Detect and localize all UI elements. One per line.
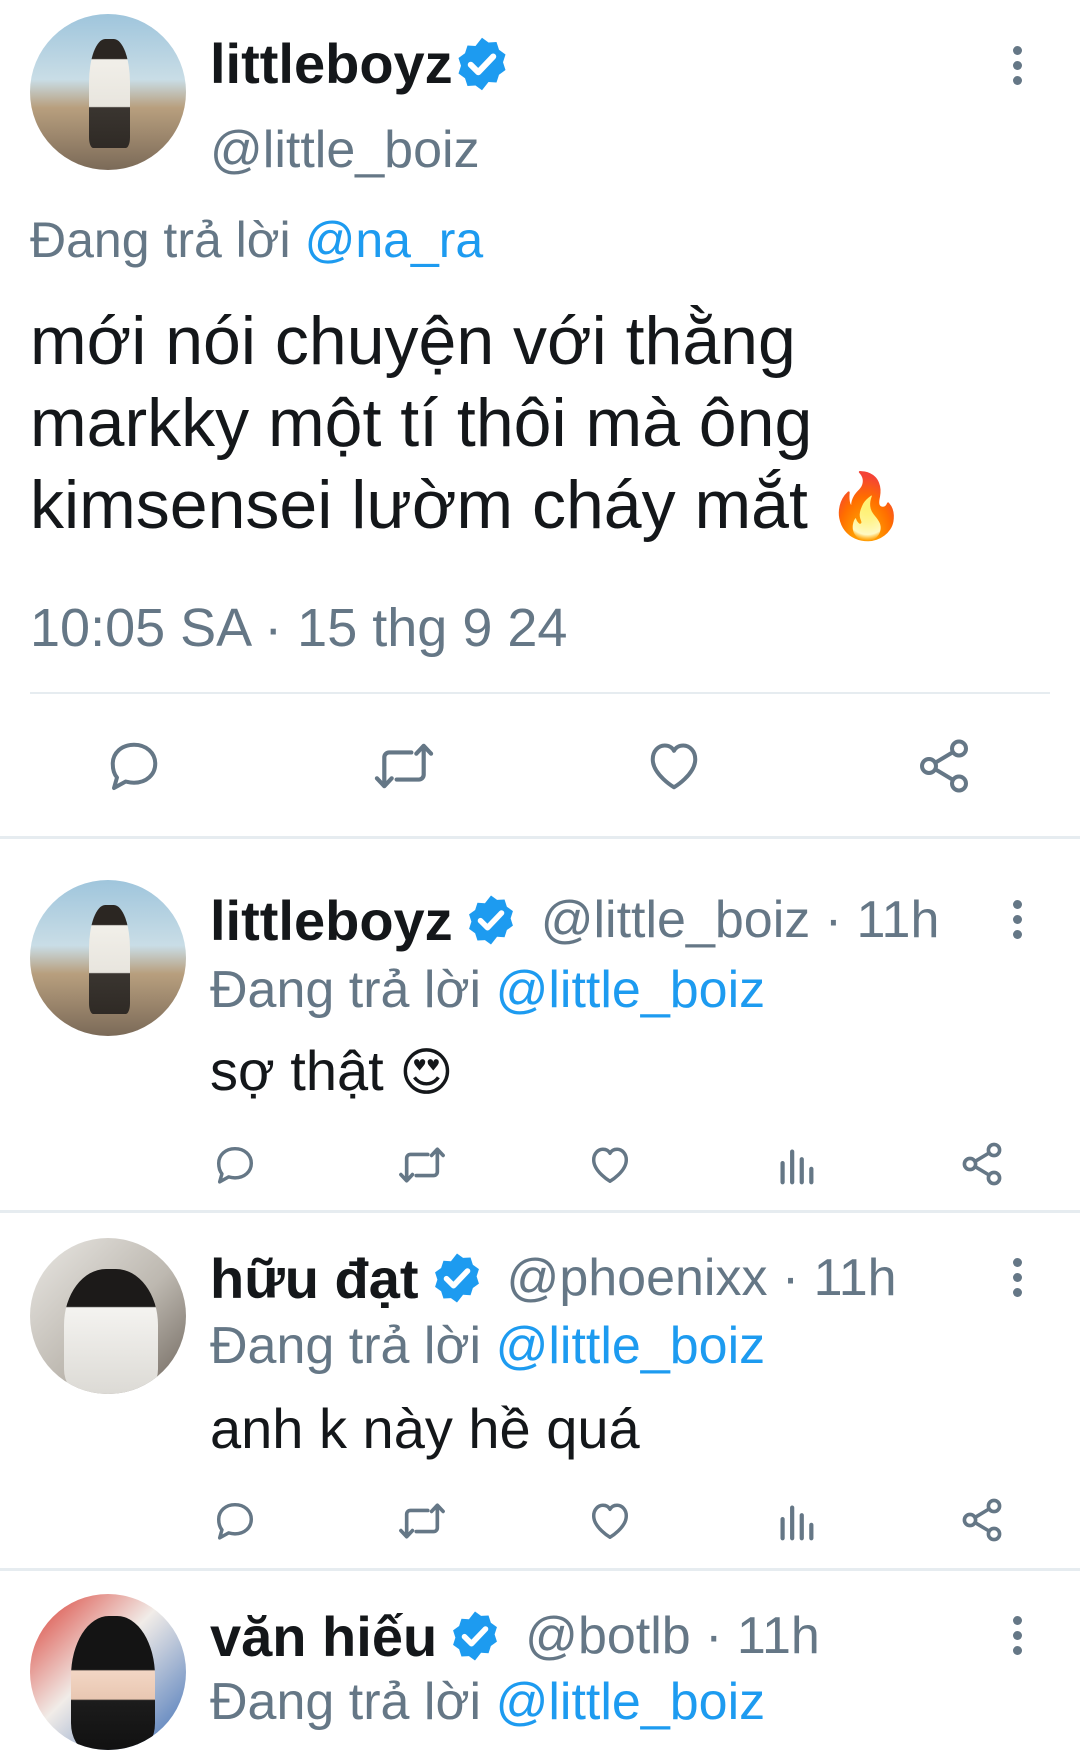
- views-button[interactable]: [776, 1498, 816, 1544]
- retweet-button[interactable]: [396, 1142, 448, 1188]
- reply-header: littleboyz @little_boiz · 11h: [210, 888, 939, 952]
- reply-prefix: Đang trả lời: [210, 961, 482, 1019]
- reply-mention-link[interactable]: @little_boiz: [496, 961, 766, 1019]
- fire-emoji: 🔥: [826, 470, 907, 542]
- reply-icon: [216, 1502, 254, 1540]
- display-name[interactable]: hữu đạt: [210, 1246, 419, 1311]
- tweet-text: sợ thật 😍: [210, 1038, 453, 1106]
- retweet-icon: [374, 743, 434, 789]
- tweet-text-line: kimsensei lườm cháy mắt: [30, 467, 808, 543]
- verified-badge-icon: [463, 892, 519, 948]
- user-handle[interactable]: @little_boiz · 11h: [541, 890, 940, 950]
- reply-mention-link[interactable]: @little_boiz: [496, 1317, 766, 1375]
- more-options-icon[interactable]: [1013, 46, 1023, 91]
- user-handle[interactable]: @phoenixx · 11h: [507, 1248, 897, 1308]
- views-icon: [780, 1505, 814, 1541]
- like-icon: [650, 743, 698, 790]
- reply-header: văn hiếu @botlb · 11h: [210, 1604, 820, 1668]
- divider: [0, 836, 1080, 839]
- divider: [30, 692, 1050, 694]
- share-button[interactable]: [958, 1496, 1006, 1544]
- avatar[interactable]: [30, 1594, 186, 1750]
- user-handle[interactable]: @little_boiz: [210, 118, 480, 182]
- reply-mention-link[interactable]: @little_boiz: [496, 1673, 766, 1731]
- verified-badge-icon: [429, 1250, 485, 1306]
- tweet-text-body: sợ thật: [210, 1039, 384, 1102]
- share-button[interactable]: [958, 1140, 1006, 1188]
- avatar[interactable]: [30, 880, 186, 1036]
- more-options-icon[interactable]: [1013, 1258, 1023, 1303]
- reply-icon: [110, 742, 158, 790]
- replying-to: Đang trả lời @little_boiz: [210, 1670, 765, 1734]
- replying-to: Đang trả lời @little_boiz: [210, 1314, 765, 1378]
- avatar[interactable]: [30, 14, 186, 170]
- reply-prefix: Đang trả lời: [210, 1673, 482, 1731]
- heart-eyes-emoji: 😍: [399, 1044, 454, 1102]
- avatar[interactable]: [30, 1238, 186, 1394]
- views-icon: [780, 1149, 814, 1185]
- user-handle[interactable]: @botlb · 11h: [525, 1606, 820, 1666]
- share-icon: [962, 1142, 1002, 1186]
- views-button[interactable]: [776, 1142, 816, 1188]
- display-name[interactable]: littleboyz: [210, 888, 453, 953]
- like-button[interactable]: [586, 1142, 634, 1188]
- reply-header: hữu đạt @phoenixx · 11h: [210, 1246, 897, 1310]
- share-icon: [920, 739, 968, 793]
- retweet-button[interactable]: [372, 736, 436, 796]
- divider: [0, 1568, 1080, 1571]
- reply-mention-link[interactable]: @na_ra: [305, 212, 484, 268]
- divider: [0, 1210, 1080, 1213]
- display-name[interactable]: littleboyz: [210, 32, 453, 96]
- share-icon: [962, 1498, 1002, 1542]
- reply-prefix: Đang trả lời: [30, 212, 291, 268]
- like-button[interactable]: [586, 1498, 634, 1544]
- like-icon: [591, 1147, 629, 1184]
- reply-icon: [216, 1146, 254, 1184]
- verified-badge-icon: [452, 34, 512, 94]
- replying-to: Đang trả lời @little_boiz: [210, 958, 765, 1022]
- tweet-text-line: mới nói chuyện với thằng: [30, 303, 796, 379]
- like-icon: [591, 1503, 629, 1540]
- reply-button[interactable]: [104, 736, 164, 796]
- reply-prefix: Đang trả lời: [210, 1317, 482, 1375]
- like-button[interactable]: [643, 736, 705, 796]
- retweet-icon: [399, 1147, 445, 1183]
- reply-button[interactable]: [212, 1498, 258, 1544]
- tweet-timestamp[interactable]: 10:05 SA · 15 thg 9 24: [30, 596, 567, 660]
- replying-to: Đang trả lời @na_ra: [30, 208, 483, 272]
- tweet-text: anh k này hề quá: [210, 1397, 640, 1460]
- more-options-icon[interactable]: [1013, 900, 1023, 945]
- retweet-button[interactable]: [396, 1498, 448, 1544]
- tweet-text-line: markky một tí thôi mà ông: [30, 385, 813, 461]
- share-button[interactable]: [914, 736, 974, 796]
- verified-badge-icon: [447, 1608, 503, 1664]
- tweet-text: mới nói chuyện với thằng markky một tí t…: [30, 300, 906, 547]
- reply-button[interactable]: [212, 1142, 258, 1188]
- more-options-icon[interactable]: [1013, 1616, 1023, 1661]
- display-name[interactable]: văn hiếu: [210, 1604, 437, 1669]
- retweet-icon: [399, 1503, 445, 1539]
- tweet-text-line-with-emoji: kimsensei lườm cháy mắt 🔥: [30, 464, 906, 547]
